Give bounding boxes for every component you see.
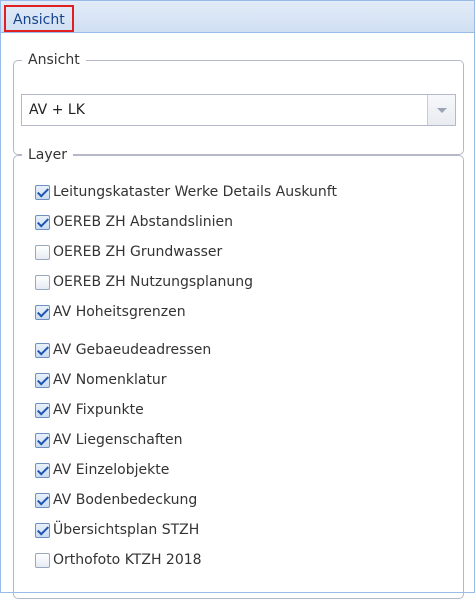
layer-checkbox[interactable] xyxy=(35,184,50,200)
layer-item-av-hoheitsgrenzen[interactable]: AV Hoheitsgrenzen xyxy=(35,301,186,323)
ansicht-fieldset: Ansicht AV + LK xyxy=(13,51,464,155)
layer-item-av-gebaeudeadressen[interactable]: AV Gebaeudeadressen xyxy=(35,339,211,361)
layer-item-label: Orthofoto KTZH 2018 xyxy=(53,552,202,568)
layer-item-label: AV Nomenklatur xyxy=(53,372,167,388)
layer-item-oereb-abstandslinien[interactable]: OEREB ZH Abstandslinien xyxy=(35,211,233,233)
panel-title[interactable]: Ansicht xyxy=(4,5,74,32)
layer-item-av-nomenklatur[interactable]: AV Nomenklatur xyxy=(35,369,167,391)
layer-item-uebersichtsplan-stzh[interactable]: Übersichtsplan STZH xyxy=(35,519,199,541)
layer-checkbox[interactable] xyxy=(35,492,50,508)
layer-checkbox[interactable] xyxy=(35,402,50,418)
layer-checkbox[interactable] xyxy=(35,552,50,568)
layer-item-av-liegenschaften[interactable]: AV Liegenschaften xyxy=(35,429,183,451)
layer-checkbox[interactable] xyxy=(35,342,50,358)
layer-item-label: Übersichtsplan STZH xyxy=(53,522,200,538)
layer-item-label: AV Gebaeudeadressen xyxy=(53,342,212,358)
ansicht-legend: Ansicht xyxy=(22,51,86,69)
layer-item-label: OEREB ZH Nutzungsplanung xyxy=(53,274,254,290)
layer-checkbox[interactable] xyxy=(35,304,50,320)
layer-checkbox[interactable] xyxy=(35,522,50,538)
layer-item-label: AV Liegenschaften xyxy=(53,432,183,448)
layer-checkbox[interactable] xyxy=(35,214,50,230)
layer-checkbox[interactable] xyxy=(35,274,50,290)
layer-item-av-bodenbedeckung[interactable]: AV Bodenbedeckung xyxy=(35,489,197,511)
layer-item-av-einzelobjekte[interactable]: AV Einzelobjekte xyxy=(35,459,169,481)
layer-item-label: AV Bodenbedeckung xyxy=(53,492,198,508)
layer-checkbox[interactable] xyxy=(35,372,50,388)
layer-item-label: AV Fixpunkte xyxy=(53,402,144,418)
ansicht-combobox-value[interactable]: AV + LK xyxy=(29,95,85,125)
layer-item-label: OEREB ZH Grundwasser xyxy=(53,244,223,260)
layer-checkbox[interactable] xyxy=(35,432,50,448)
panel-header: Ansicht xyxy=(1,1,474,33)
layer-item-label: Leitungskataster Werke Details Auskunft xyxy=(53,184,337,200)
panel-body: Ansicht AV + LK Layer Leitungskataster W… xyxy=(1,33,474,599)
layer-item-orthofoto-ktzh-2018[interactable]: Orthofoto KTZH 2018 xyxy=(35,549,202,571)
layer-checkbox[interactable] xyxy=(35,462,50,478)
layer-item-label: AV Hoheitsgrenzen xyxy=(53,304,186,320)
layer-item-oereb-grundwasser[interactable]: OEREB ZH Grundwasser xyxy=(35,241,222,263)
layer-item-av-fixpunkte[interactable]: AV Fixpunkte xyxy=(35,399,144,421)
ansicht-combobox[interactable]: AV + LK xyxy=(21,94,456,126)
layer-item-oereb-nutzungsplanung[interactable]: OEREB ZH Nutzungsplanung xyxy=(35,271,253,293)
ansicht-panel: Ansicht Ansicht AV + LK Layer Leitungska… xyxy=(0,0,475,599)
layer-item-leitungskataster[interactable]: Leitungskataster Werke Details Auskunft xyxy=(35,181,337,203)
chevron-down-icon[interactable] xyxy=(427,95,455,125)
layer-item-label: AV Einzelobjekte xyxy=(53,462,170,478)
layer-checkbox[interactable] xyxy=(35,244,50,260)
layer-item-label: OEREB ZH Abstandslinien xyxy=(53,214,233,230)
layer-legend: Layer xyxy=(22,146,74,164)
layer-fieldset: Layer Leitungskataster Werke Details Aus… xyxy=(13,146,464,599)
